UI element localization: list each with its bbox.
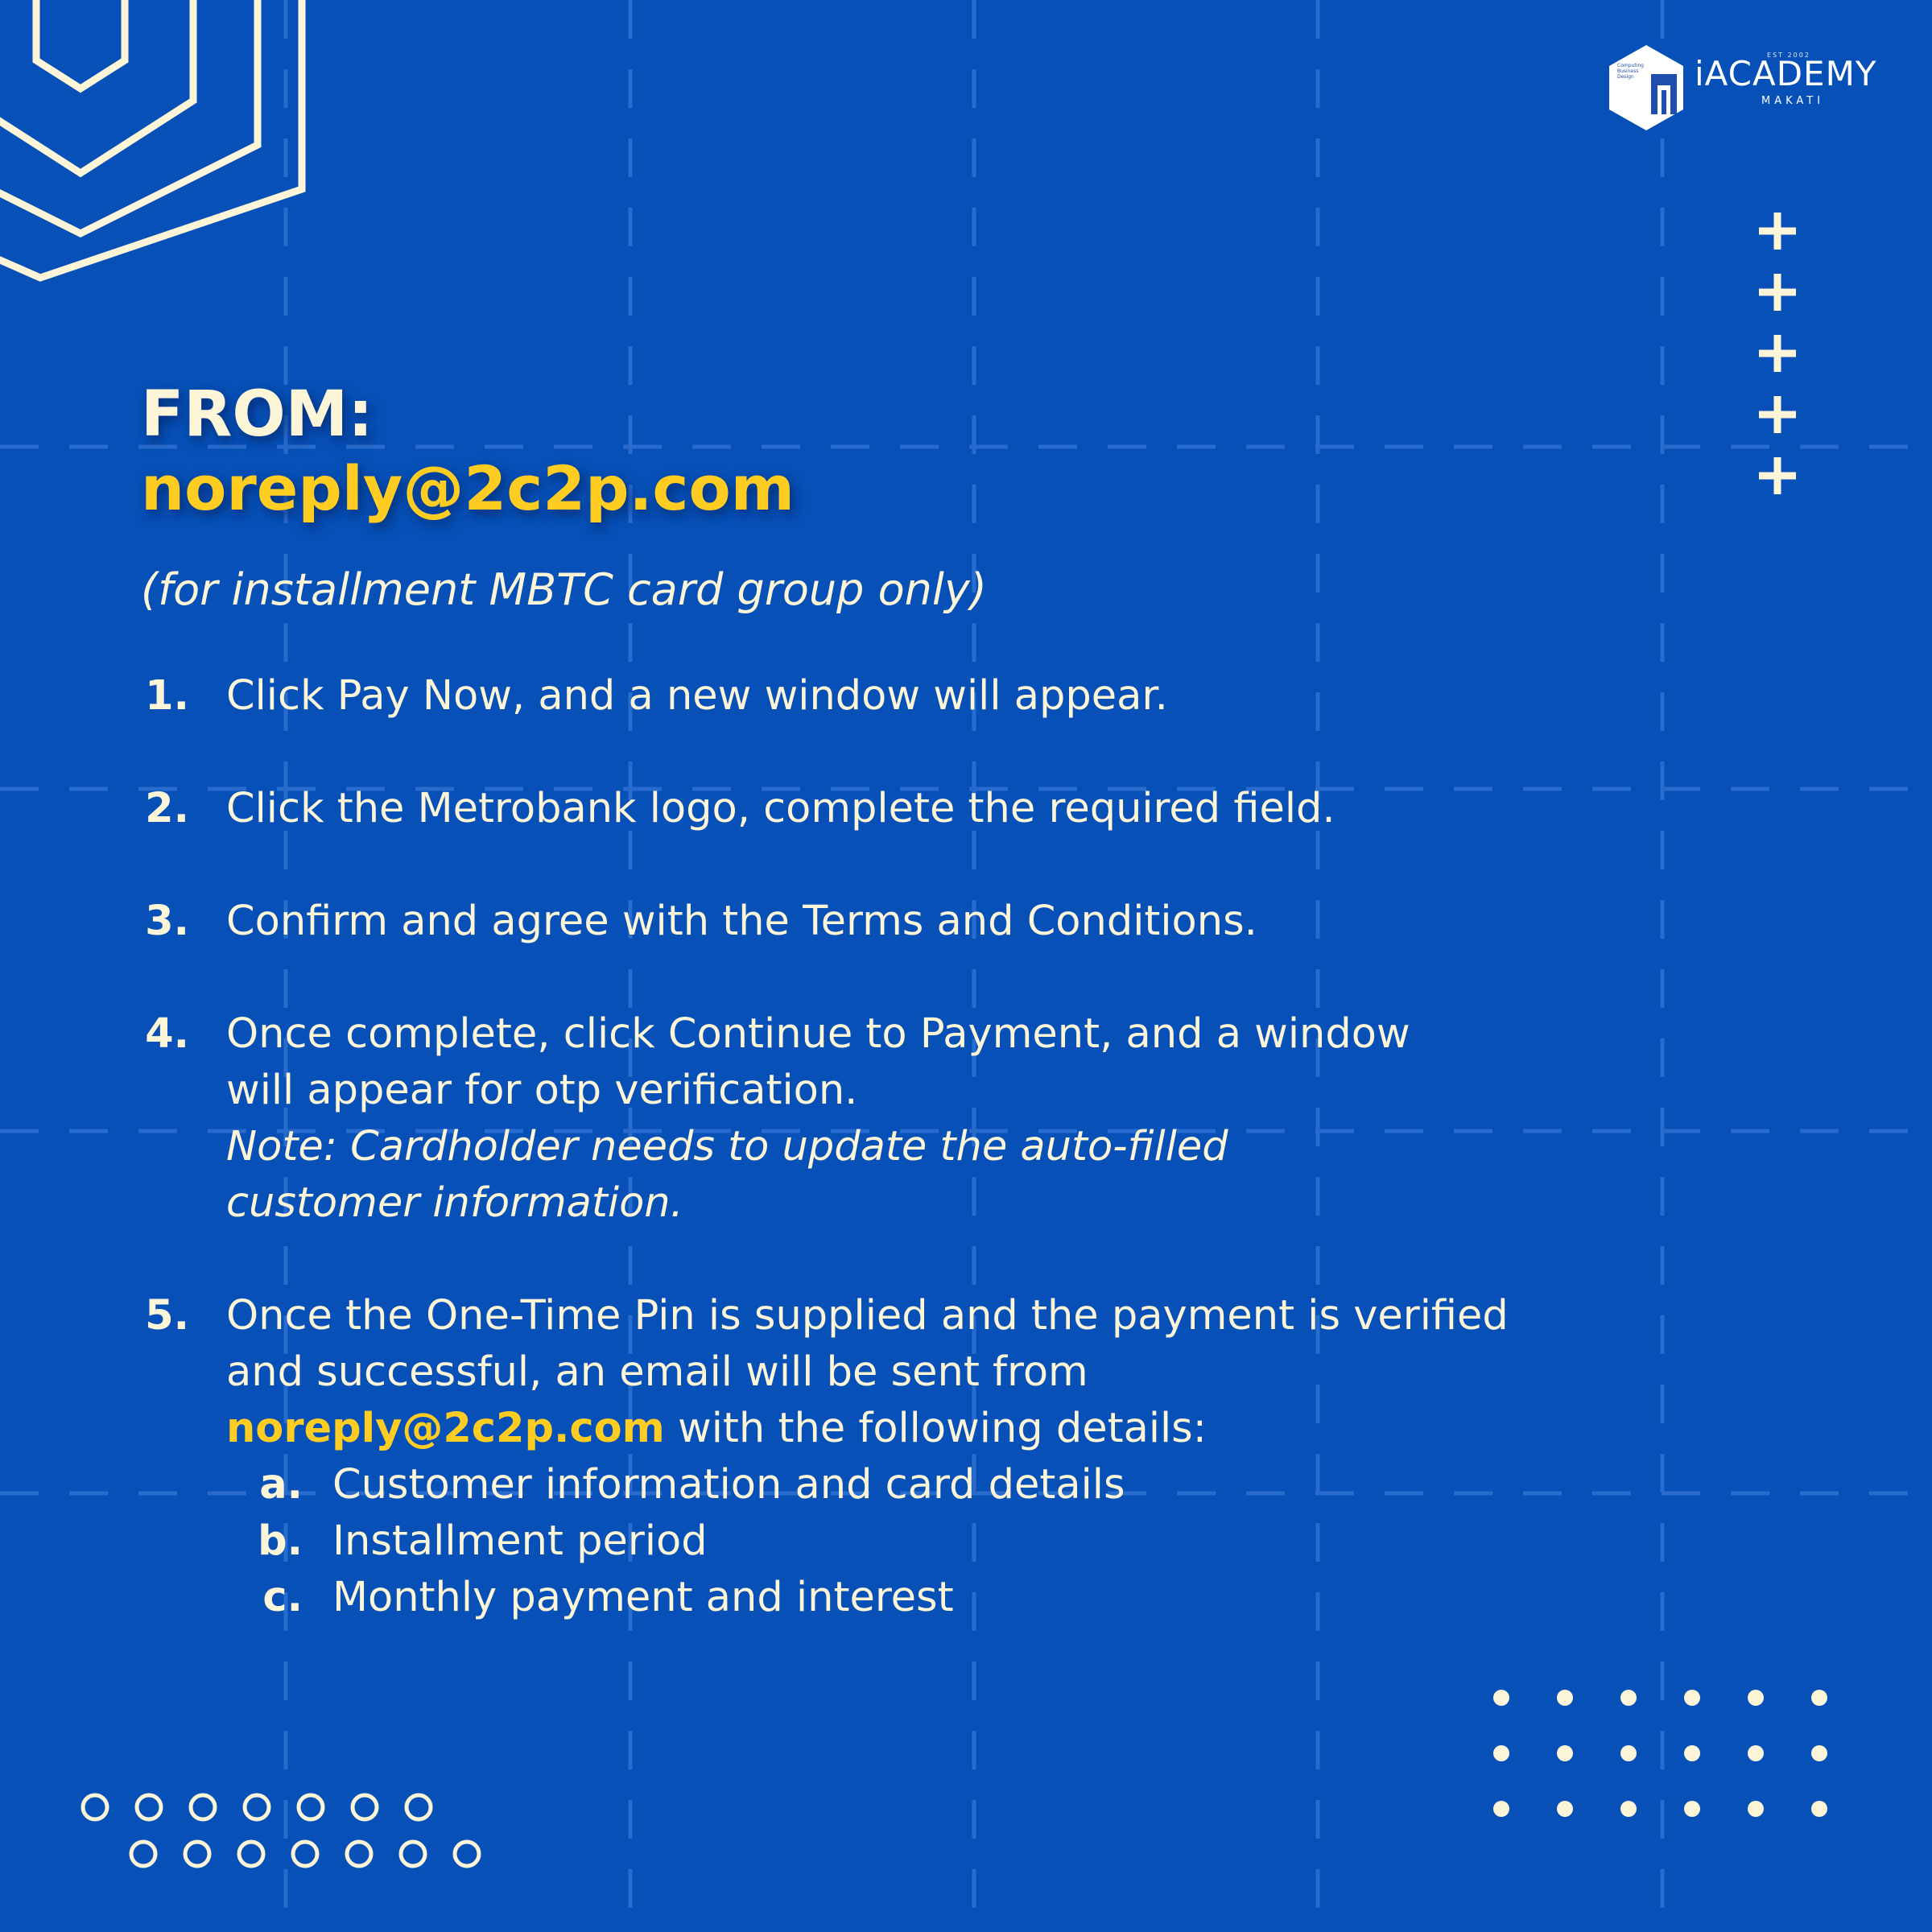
step-number: 2. xyxy=(145,785,189,832)
sub-item: b. Installment period xyxy=(226,1513,1740,1570)
step-number: 1. xyxy=(145,672,189,720)
page-canvas: Computing Business Design EST 2002 iACAD… xyxy=(0,0,1932,1932)
step-number: 4. xyxy=(145,1010,189,1058)
from-label: FROM: xyxy=(141,378,374,451)
subtitle: (for installment MBTC card group only) xyxy=(141,564,987,615)
step-number: 3. xyxy=(145,898,189,945)
sub-item-text: Customer information and card details xyxy=(332,1461,1125,1509)
email-highlight: noreply@2c2p.com xyxy=(226,1405,665,1452)
plus-icon xyxy=(1756,393,1799,436)
step-note: Note: Cardholder needs to update the aut… xyxy=(226,1123,1228,1170)
logo-subtitle: MAKATI xyxy=(1761,95,1825,107)
sub-item: c. Monthly payment and interest xyxy=(226,1570,1740,1626)
hexagon-logo-icon xyxy=(1609,45,1683,130)
step-text: Confirm and agree with the Terms and Con… xyxy=(226,898,1257,945)
dot-grid-decoration xyxy=(1493,1690,1827,1817)
step-number: 5. xyxy=(145,1292,189,1340)
sub-item-letter: a. xyxy=(259,1461,303,1509)
step-text: Click Pay Now, and a new window will app… xyxy=(226,672,1168,720)
plus-icon xyxy=(1756,270,1799,314)
ring-row-decoration xyxy=(80,1793,481,1868)
plus-icon xyxy=(1756,332,1799,375)
from-email: noreply@2c2p.com xyxy=(141,452,795,524)
hexagon-decoration xyxy=(0,0,306,282)
logo-tagline: Computing Business Design xyxy=(1617,63,1644,80)
logo-wordmark: iACADEMY xyxy=(1695,54,1877,93)
sub-item: a. Customer information and card details xyxy=(226,1457,1740,1513)
step-text: Click the Metrobank logo, complete the r… xyxy=(226,785,1335,832)
sub-item-letter: b. xyxy=(258,1517,303,1565)
sub-item-text: Monthly payment and interest xyxy=(332,1574,954,1621)
plus-icon xyxy=(1756,454,1799,497)
sub-item-letter: c. xyxy=(262,1574,303,1621)
iacademy-logo: Computing Business Design EST 2002 iACAD… xyxy=(1606,43,1888,132)
step-note: customer information. xyxy=(226,1179,683,1227)
step-text: Once complete, click Continue to Payment… xyxy=(226,1006,1740,1232)
plus-icon xyxy=(1756,209,1799,253)
step-text: Once the One-Time Pin is supplied and th… xyxy=(226,1288,1740,1626)
sub-item-text: Installment period xyxy=(332,1517,708,1565)
